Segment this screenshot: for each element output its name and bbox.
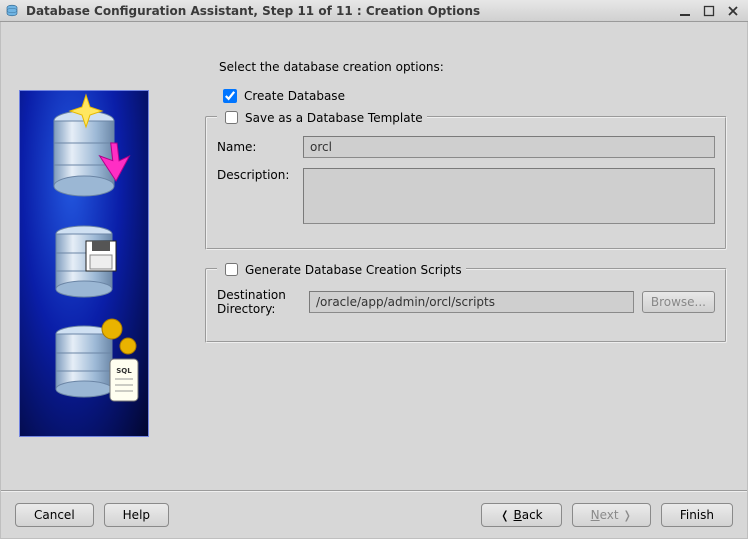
destination-directory-field[interactable] (309, 291, 634, 313)
save-template-label: Save as a Database Template (245, 111, 423, 125)
generate-scripts-group: Generate Database Creation Scripts Desti… (205, 268, 727, 343)
app-icon (4, 3, 20, 19)
template-name-field[interactable] (303, 136, 715, 158)
template-name-label: Name: (217, 140, 295, 154)
wizard-button-bar: Cancel Help ❬ Back Next ❭ Finish (1, 490, 747, 538)
window-title: Database Configuration Assistant, Step 1… (26, 4, 480, 18)
create-database-label: Create Database (244, 89, 345, 103)
maximize-button[interactable] (702, 4, 716, 18)
instruction-text: Select the database creation options: (219, 60, 444, 74)
template-description-label: Description: (217, 168, 295, 182)
next-button[interactable]: Next ❭ (572, 503, 651, 527)
cancel-button[interactable]: Cancel (15, 503, 94, 527)
generate-scripts-checkbox[interactable] (225, 263, 238, 276)
browse-button[interactable]: Browse... (642, 291, 715, 313)
destination-directory-label: Destination Directory: (217, 288, 301, 317)
titlebar: Database Configuration Assistant, Step 1… (0, 0, 748, 22)
close-button[interactable] (726, 4, 740, 18)
back-button[interactable]: ❬ Back (481, 503, 561, 527)
help-button[interactable]: Help (104, 503, 169, 527)
minimize-button[interactable] (678, 4, 692, 18)
client-area: SQL Select the database creation options… (0, 22, 748, 539)
save-template-group: Save as a Database Template Name: Descri… (205, 116, 727, 250)
wizard-side-image: SQL (19, 90, 149, 437)
svg-text:SQL: SQL (116, 367, 132, 375)
generate-scripts-label: Generate Database Creation Scripts (245, 263, 462, 277)
chevron-left-icon: ❬ (500, 510, 509, 521)
finish-button[interactable]: Finish (661, 503, 733, 527)
window-controls (678, 4, 744, 18)
chevron-right-icon: ❭ (623, 510, 632, 521)
create-database-checkbox[interactable] (223, 89, 237, 103)
template-description-field[interactable] (303, 168, 715, 224)
save-template-checkbox[interactable] (225, 111, 238, 124)
